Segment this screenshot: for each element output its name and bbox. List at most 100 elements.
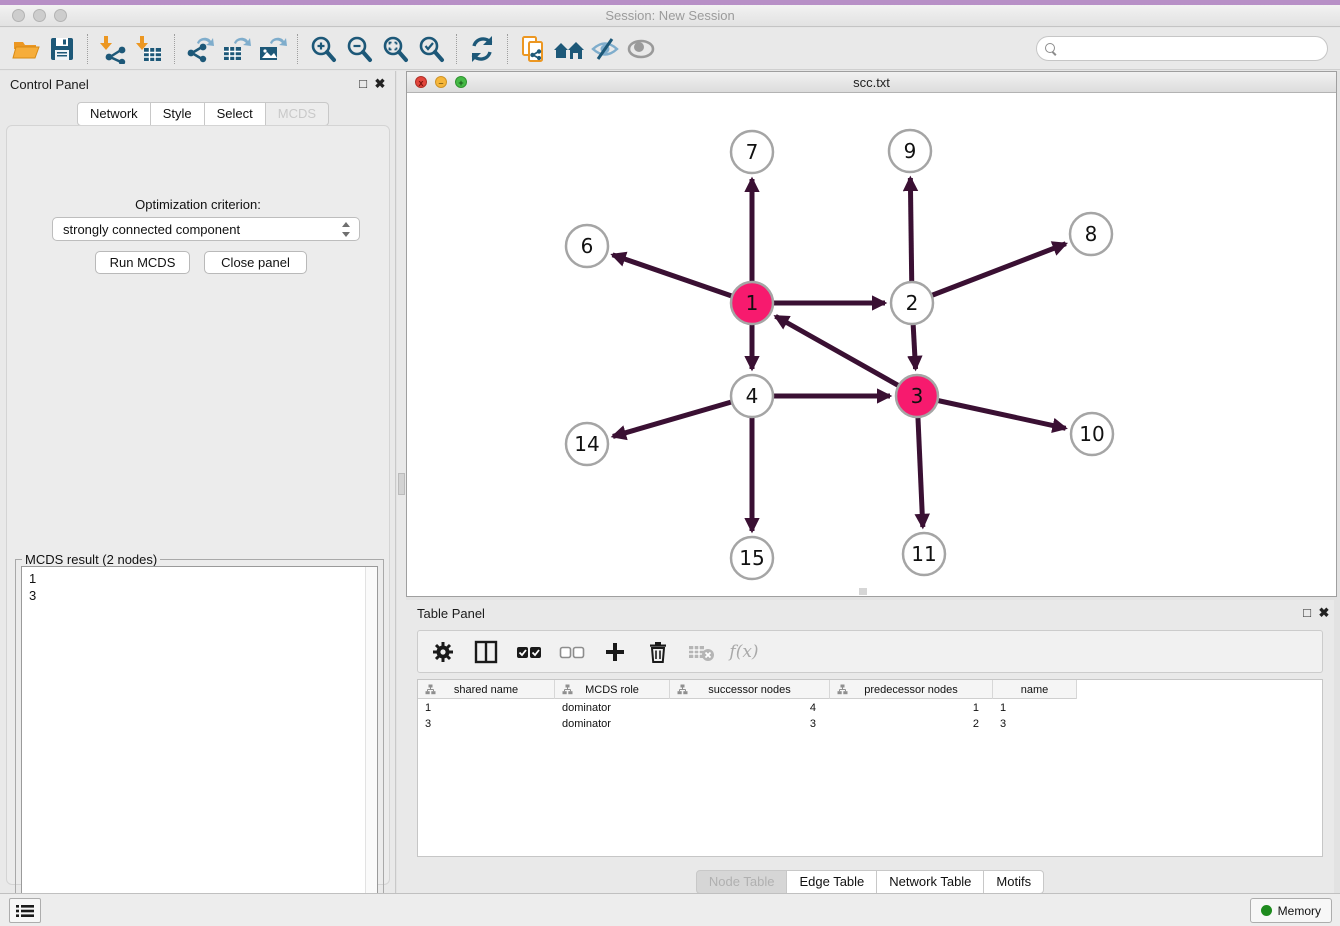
tab-network[interactable]: Network: [77, 102, 151, 126]
splitter-handle-icon[interactable]: [398, 473, 405, 495]
select-all-icon[interactable]: [516, 639, 542, 665]
tab-mcds[interactable]: MCDS: [266, 102, 329, 126]
export-image-icon[interactable]: [254, 32, 290, 66]
cell-mcds-role[interactable]: dominator: [555, 716, 670, 732]
tab-select[interactable]: Select: [205, 102, 266, 126]
refresh-icon[interactable]: [464, 32, 500, 66]
node-label-11: 11: [911, 542, 936, 566]
edge-2-8[interactable]: [912, 244, 1066, 303]
scrollbar[interactable]: [365, 567, 377, 926]
table-row[interactable]: 3dominator323: [418, 716, 1077, 732]
column-header-shared-name[interactable]: shared name: [418, 680, 555, 699]
table-toolbar: f(x): [417, 630, 1323, 673]
task-history-button[interactable]: [9, 898, 41, 923]
table-panel: Table Panel □ ✖: [406, 600, 1334, 895]
import-network-icon[interactable]: [95, 32, 131, 66]
toolbar-separator: [297, 34, 298, 64]
edge-3-1[interactable]: [776, 316, 917, 396]
column-header-predecessor-nodes[interactable]: predecessor nodes: [830, 680, 993, 699]
column-header-name[interactable]: name: [993, 680, 1077, 699]
canvas-scrollbar-handle[interactable]: [859, 588, 867, 595]
node-label-15: 15: [739, 546, 764, 570]
mcds-result-group: MCDS result (2 nodes) 1 3: [15, 559, 384, 926]
node-table[interactable]: shared nameMCDS rolesuccessor nodesprede…: [417, 679, 1323, 857]
main-toolbar: [0, 28, 1340, 70]
delete-table-icon[interactable]: [688, 639, 714, 665]
mcds-result-textarea[interactable]: 1 3: [21, 566, 378, 926]
columns-icon[interactable]: [473, 639, 499, 665]
show-eye-icon[interactable]: [623, 32, 659, 66]
import-table-icon[interactable]: [131, 32, 167, 66]
zoom-out-icon[interactable]: [341, 32, 377, 66]
network-canvas[interactable]: 7968124314101511: [407, 93, 1336, 596]
open-file-icon[interactable]: [8, 32, 44, 66]
chevron-updown-icon: [340, 221, 352, 238]
neighborhood-icon[interactable]: [551, 32, 587, 66]
cell-successor-nodes[interactable]: 4: [670, 700, 830, 716]
node-label-8: 8: [1085, 222, 1098, 246]
run-mcds-button[interactable]: Run MCDS: [95, 251, 190, 274]
table-header-row: shared nameMCDS rolesuccessor nodesprede…: [418, 680, 1077, 699]
tab-edge-table[interactable]: Edge Table: [787, 870, 877, 894]
memory-label: Memory: [1278, 904, 1321, 918]
tab-style[interactable]: Style: [151, 102, 205, 126]
toolbar-separator: [174, 34, 175, 64]
float-panel-icon[interactable]: □: [355, 76, 371, 91]
window-title: Session: New Session: [0, 8, 1340, 23]
column-header-successor-nodes[interactable]: successor nodes: [670, 680, 830, 699]
cell-predecessor-nodes[interactable]: 1: [830, 700, 993, 716]
tab-node-table[interactable]: Node Table: [696, 870, 788, 894]
zoom-selected-icon[interactable]: [413, 32, 449, 66]
application-window: Session: New Session: [0, 0, 1340, 926]
cell-successor-nodes[interactable]: 3: [670, 716, 830, 732]
network-window: x – + scc.txt 7968124314101511: [406, 71, 1337, 597]
node-label-2: 2: [906, 291, 919, 315]
network-window-titlebar[interactable]: x – + scc.txt: [407, 72, 1336, 93]
cell-name[interactable]: 3: [993, 716, 1077, 732]
cell-name[interactable]: 1: [993, 700, 1077, 716]
criterion-select[interactable]: strongly connected component: [52, 217, 360, 241]
add-column-icon[interactable]: [602, 639, 628, 665]
function-builder-icon[interactable]: f(x): [731, 639, 757, 665]
close-panel-icon[interactable]: ✖: [372, 76, 388, 92]
cell-shared-name[interactable]: 3: [418, 716, 555, 732]
search-input[interactable]: [1036, 36, 1328, 61]
tab-motifs[interactable]: Motifs: [984, 870, 1044, 894]
save-icon[interactable]: [44, 32, 80, 66]
node-label-14: 14: [574, 432, 599, 456]
column-header-mcds-role[interactable]: MCDS role: [555, 680, 670, 699]
edge-3-10[interactable]: [917, 396, 1066, 428]
close-panel-button[interactable]: Close panel: [204, 251, 307, 274]
cell-shared-name[interactable]: 1: [418, 700, 555, 716]
search-icon: [1045, 43, 1057, 55]
close-table-panel-icon[interactable]: ✖: [1316, 605, 1332, 621]
clone-network-icon[interactable]: [515, 32, 551, 66]
table-panel-title: Table Panel: [417, 606, 485, 621]
export-network-icon[interactable]: [182, 32, 218, 66]
control-panel-tabs: NetworkStyleSelectMCDS: [77, 102, 329, 126]
node-label-9: 9: [904, 139, 917, 163]
table-row[interactable]: 1dominator411: [418, 700, 1077, 716]
gear-icon[interactable]: [430, 639, 456, 665]
memory-button[interactable]: Memory: [1250, 898, 1332, 923]
cell-predecessor-nodes[interactable]: 2: [830, 716, 993, 732]
status-bar: Memory: [0, 893, 1340, 926]
control-panel-title: Control Panel: [10, 77, 89, 92]
network-graph[interactable]: 7968124314101511: [407, 93, 1336, 596]
mcds-result-values: 1 3: [29, 570, 36, 604]
deselect-all-icon[interactable]: [559, 639, 585, 665]
delete-icon[interactable]: [645, 639, 671, 665]
titlebar: Session: New Session: [0, 5, 1340, 27]
cell-mcds-role[interactable]: dominator: [555, 700, 670, 716]
tab-network-table[interactable]: Network Table: [877, 870, 984, 894]
optimization-criterion-label: Optimization criterion:: [7, 197, 389, 212]
export-table-icon[interactable]: [218, 32, 254, 66]
zoom-in-icon[interactable]: [305, 32, 341, 66]
node-label-7: 7: [746, 140, 759, 164]
node-label-10: 10: [1079, 422, 1104, 446]
float-table-panel-icon[interactable]: □: [1299, 605, 1315, 620]
workspace: Control Panel □ ✖ NetworkStyleSelectMCDS…: [0, 71, 1340, 893]
zoom-fit-icon[interactable]: [377, 32, 413, 66]
hide-selected-icon[interactable]: [587, 32, 623, 66]
panel-splitter[interactable]: [397, 71, 406, 893]
